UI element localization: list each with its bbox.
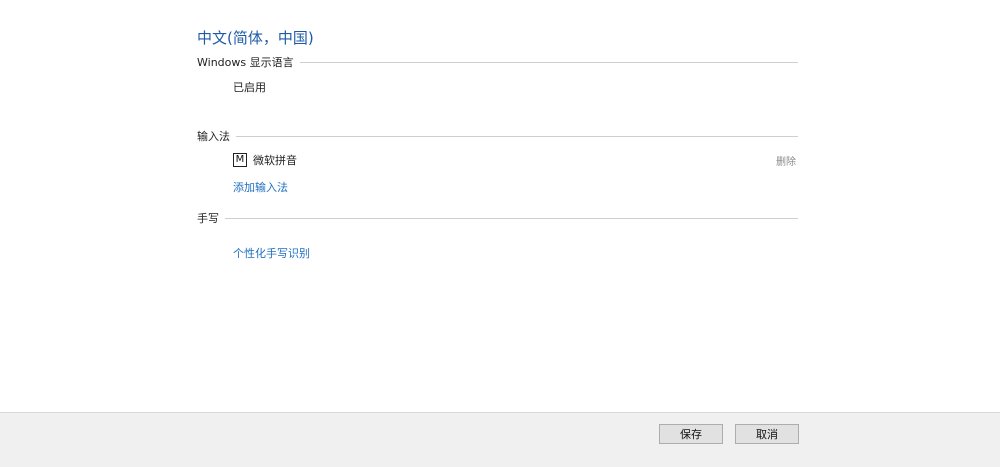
remove-input-method-link[interactable]: 删除 [776, 153, 796, 168]
section-handwriting-header: 手写 [197, 210, 798, 226]
cancel-button[interactable]: 取消 [735, 424, 799, 444]
input-method-name: 微软拼音 [253, 154, 297, 167]
add-input-method-link[interactable]: 添加输入法 [233, 179, 288, 195]
section-display-language-label: Windows 显示语言 [197, 56, 294, 69]
page-title: 中文(简体，中国) [197, 29, 314, 47]
save-button[interactable]: 保存 [659, 424, 723, 444]
section-input-methods-header: 输入法 [197, 128, 798, 144]
personalize-handwriting-link[interactable]: 个性化手写识别 [233, 245, 310, 261]
section-divider [236, 135, 798, 137]
section-divider [299, 61, 798, 63]
section-handwriting-label: 手写 [197, 212, 219, 225]
display-language-status: 已启用 [233, 81, 266, 94]
section-input-methods-label: 输入法 [197, 130, 230, 143]
section-display-language-header: Windows 显示语言 [197, 54, 798, 70]
footer-bar: 保存 取消 [0, 412, 1000, 467]
ime-m-icon: M [233, 153, 247, 167]
section-divider [225, 217, 798, 219]
language-options-page: 中文(简体，中国) Windows 显示语言 已启用 输入法 M 微软拼音 删除… [0, 0, 1000, 467]
input-method-item[interactable]: M 微软拼音 删除 [233, 152, 796, 168]
